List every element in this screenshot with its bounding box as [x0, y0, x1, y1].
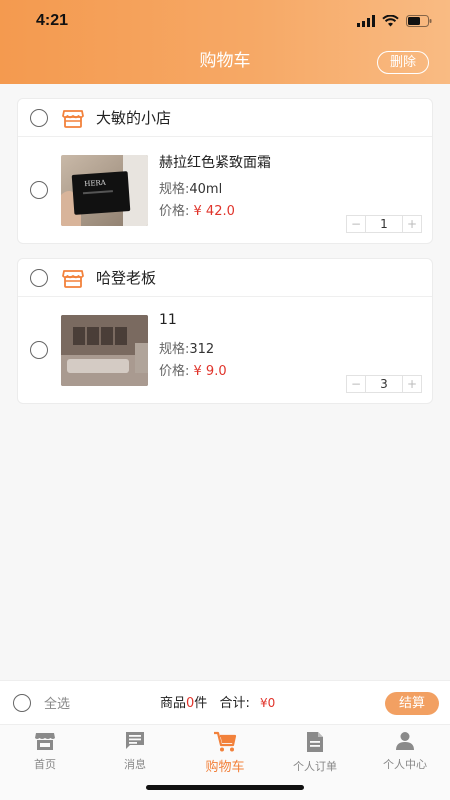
quantity-stepper: − 3 +	[346, 375, 422, 393]
home-indicator[interactable]	[146, 785, 304, 790]
shop-select-radio[interactable]	[30, 108, 48, 127]
shop-card: 哈登老板 11 规格:312 价格: ¥ 9.0 − 3 +	[17, 258, 433, 404]
spec-label: 规格:	[159, 342, 190, 357]
product-spec: 规格:312	[159, 338, 214, 357]
spec-value: 312	[189, 342, 215, 357]
tab-messages[interactable]: 消息	[90, 731, 180, 772]
price-label: 价格:	[159, 204, 190, 219]
signal-icon	[357, 15, 375, 27]
cart-item: HERA 赫拉红色紧致面霜 规格:40ml 价格: ¥ 42.0 − 1 +	[18, 137, 432, 243]
wifi-icon	[382, 15, 399, 27]
store-icon	[62, 109, 84, 128]
quantity-stepper: − 1 +	[346, 215, 422, 233]
tab-profile[interactable]: 个人中心	[360, 731, 450, 772]
tab-label: 消息	[124, 758, 146, 771]
person-icon	[396, 732, 414, 750]
quantity-input[interactable]: 3	[365, 376, 403, 392]
shop-name[interactable]: 哈登老板	[96, 267, 156, 288]
delete-button[interactable]: 删除	[376, 51, 429, 74]
tab-label: 个人中心	[383, 758, 427, 771]
item-select-radio[interactable]	[30, 181, 48, 199]
product-price: 价格: ¥ 42.0	[159, 200, 235, 219]
tab-label: 首页	[34, 758, 56, 771]
store-icon	[62, 269, 84, 288]
page-title: 购物车	[199, 51, 251, 71]
shop-header: 哈登老板	[18, 259, 432, 297]
goods-prefix: 商品	[160, 696, 187, 711]
message-icon	[126, 732, 144, 749]
goods-suffix: 件	[194, 696, 208, 711]
cart-icon	[214, 731, 237, 752]
select-all-radio[interactable]	[13, 693, 31, 712]
spec-label: 规格:	[159, 182, 190, 197]
price-value: ¥ 9.0	[193, 364, 227, 379]
tab-label: 个人订单	[293, 760, 337, 773]
product-spec: 规格:40ml	[159, 178, 222, 197]
status-time: 4:21	[36, 12, 69, 29]
select-all-label[interactable]: 全选	[44, 693, 70, 712]
product-image[interactable]: HERA	[61, 155, 148, 226]
total-label: 合计:	[219, 696, 250, 711]
shop-name[interactable]: 大敏的小店	[96, 107, 171, 128]
checkout-button[interactable]: 结算	[385, 692, 439, 715]
tab-orders[interactable]: 个人订单	[270, 731, 360, 774]
price-label: 价格:	[159, 364, 190, 379]
tab-cart[interactable]: 购物车	[180, 731, 270, 775]
price-value: ¥ 42.0	[193, 204, 235, 219]
item-select-radio[interactable]	[30, 341, 48, 359]
status-bar: 4:21	[36, 10, 432, 32]
tab-label: 购物车	[205, 760, 245, 775]
checkout-bar: 全选 商品0件 合计: ¥0 结算	[0, 680, 450, 724]
title-bar: 购物车 删除	[0, 46, 450, 76]
product-name[interactable]: 11	[159, 312, 177, 328]
order-summary: 商品0件 合计: ¥0	[160, 681, 275, 725]
total-value: ¥0	[259, 696, 276, 710]
document-icon	[307, 732, 323, 752]
quantity-input[interactable]: 1	[365, 216, 403, 232]
decrease-button[interactable]: −	[347, 216, 365, 232]
cart-item: 11 规格:312 价格: ¥ 9.0 − 3 +	[18, 297, 432, 403]
cart-list: 大敏的小店 HERA 赫拉红色紧致面霜 规格:40ml 价格: ¥ 42.0 −…	[17, 98, 433, 418]
increase-button[interactable]: +	[403, 216, 421, 232]
decrease-button[interactable]: −	[347, 376, 365, 392]
product-price: 价格: ¥ 9.0	[159, 360, 227, 379]
product-name[interactable]: 赫拉红色紧致面霜	[159, 152, 271, 172]
store-icon	[35, 733, 55, 750]
tab-home[interactable]: 首页	[0, 731, 90, 772]
battery-icon	[406, 15, 432, 27]
header-bar: 4:21 购物车 删除	[0, 0, 450, 84]
status-icons	[357, 15, 432, 27]
increase-button[interactable]: +	[403, 376, 421, 392]
shop-card: 大敏的小店 HERA 赫拉红色紧致面霜 规格:40ml 价格: ¥ 42.0 −…	[17, 98, 433, 244]
svg-text:HERA: HERA	[84, 179, 107, 189]
shop-select-radio[interactable]	[30, 268, 48, 287]
product-image[interactable]	[61, 315, 148, 386]
spec-value: 40ml	[189, 182, 223, 197]
shop-header: 大敏的小店	[18, 99, 432, 137]
